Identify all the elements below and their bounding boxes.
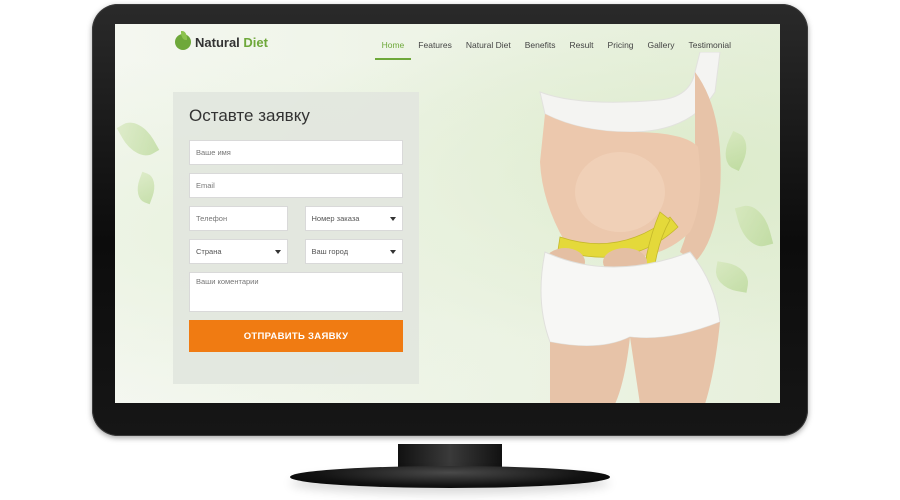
nav-item-natural-diet[interactable]: Natural Diet xyxy=(459,38,518,60)
brand-name: Natural Diet xyxy=(195,35,268,50)
country-select[interactable]: Страна xyxy=(189,239,288,264)
caret-down-icon xyxy=(274,250,281,254)
brand-name-primary: Natural xyxy=(195,34,240,50)
nav-item-home[interactable]: Home xyxy=(374,38,412,60)
email-input[interactable] xyxy=(189,173,403,198)
hero-figure-shading xyxy=(575,152,665,232)
decorative-leaf xyxy=(132,171,160,205)
brand-name-accent: Diet xyxy=(243,34,268,50)
website-screen: Natural Diet Home Features Natural Diet … xyxy=(115,24,780,403)
comment-textarea[interactable] xyxy=(189,272,403,312)
decorative-leaf xyxy=(116,115,160,163)
leaf-logo-icon xyxy=(175,31,191,50)
submit-request-button[interactable]: ОТПРАВИТЬ ЗАЯВКУ xyxy=(189,320,403,352)
monitor-stand-base xyxy=(290,466,610,488)
form-title: Оставте заявку xyxy=(189,106,310,125)
city-select[interactable]: Ваш город xyxy=(304,239,403,264)
request-form: Оставте заявку Номер заказа Страна Ваш г… xyxy=(173,92,419,384)
hero-image xyxy=(539,52,721,403)
caret-down-icon xyxy=(390,217,396,221)
phone-input[interactable] xyxy=(189,206,288,231)
country-select-value: Страна xyxy=(196,247,222,256)
hero-figure-legs xyxy=(550,337,630,403)
hero-figure-top xyxy=(539,52,721,133)
order-number-select-value: Номер заказа xyxy=(311,214,360,223)
country-city-row: Страна Ваш город xyxy=(189,239,403,264)
caret-down-icon xyxy=(390,250,396,254)
name-input[interactable] xyxy=(189,140,403,165)
brand-logo[interactable]: Natural Diet xyxy=(175,31,268,50)
city-select-value: Ваш город xyxy=(311,247,349,256)
phone-order-row: Номер заказа xyxy=(189,206,403,231)
nav-item-features[interactable]: Features xyxy=(411,38,459,60)
order-number-select[interactable]: Номер заказа xyxy=(304,206,403,231)
